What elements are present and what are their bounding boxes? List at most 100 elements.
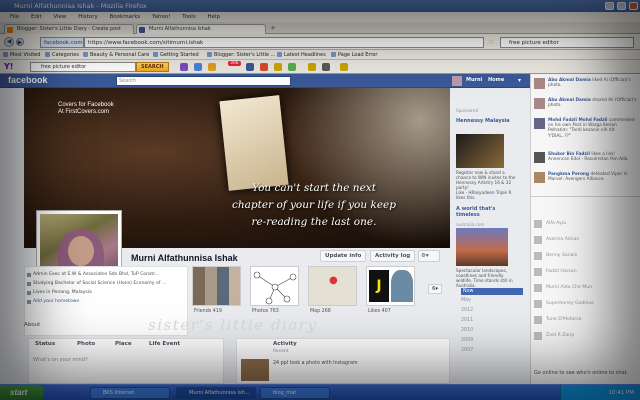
new-tab-icon[interactable]: +: [270, 24, 276, 32]
start-button[interactable]: start: [0, 385, 44, 400]
yahoo-search-button[interactable]: SEARCH: [136, 62, 169, 72]
clock[interactable]: 10:41 PM: [608, 390, 634, 396]
activity-log-button[interactable]: Activity log: [370, 250, 416, 262]
menu-file[interactable]: File: [10, 14, 19, 20]
toolbar-icon[interactable]: [322, 63, 330, 71]
chat-contact[interactable]: Fadzil Harsan: [534, 268, 638, 278]
ad-image[interactable]: [456, 228, 508, 266]
chat-contact[interactable]: Benny Sanais: [534, 252, 638, 262]
tab-blogger[interactable]: Blogger: Sister's Little Diary - Create …: [4, 24, 134, 34]
year-item[interactable]: May: [461, 298, 471, 303]
about-link[interactable]: About: [24, 322, 40, 328]
maximize-button[interactable]: [617, 2, 626, 10]
taskbar-item-active[interactable]: Murni Alfathunnisa Ish...: [176, 387, 256, 399]
mail-icon[interactable]: [208, 63, 216, 71]
chat-contact[interactable]: Superhoney Godlove: [534, 300, 638, 310]
toolbar-icon[interactable]: [274, 63, 282, 71]
toolbar-icon[interactable]: [288, 63, 296, 71]
friends-tile[interactable]: [192, 266, 241, 306]
year-now[interactable]: Now: [461, 288, 523, 295]
settings-gear-icon[interactable]: ⚙▾: [418, 250, 440, 262]
minimize-button[interactable]: [605, 2, 614, 10]
ticker-item[interactable]: Pangkma Perong defeated Viper in Marvel:…: [534, 172, 638, 192]
url-bar[interactable]: https://www.facebook.com/sitimurni.ishak: [84, 37, 484, 48]
gear-icon[interactable]: ▾: [518, 77, 521, 84]
toolbar-icon[interactable]: [260, 63, 268, 71]
status-input[interactable]: What's on your mind?: [33, 357, 219, 367]
facebook-icon: [139, 27, 145, 33]
facebook-search-input[interactable]: Search: [116, 76, 291, 86]
yahoo-logo-icon[interactable]: Y!: [4, 62, 13, 71]
ticker-item[interactable]: Abu Akmal Damia shared Ali (Official)'s …: [534, 98, 638, 118]
home-link[interactable]: Home: [488, 77, 504, 83]
facebook-logo[interactable]: facebook: [8, 75, 48, 85]
more-tiles-button[interactable]: 6▾: [428, 284, 442, 294]
friends-label[interactable]: Friends 419: [194, 309, 222, 314]
likes-label[interactable]: Likes 407: [368, 309, 391, 314]
star-icon[interactable]: ☆: [488, 38, 494, 46]
ticker-item[interactable]: Shukor Bin Fadzil likes a link: Annencan…: [534, 152, 638, 172]
site-identity[interactable]: facebook.com: [40, 37, 84, 48]
ad-like[interactable]: Like · HRasyadeen Triple R likes this.: [456, 190, 520, 200]
bookmark-beauty[interactable]: Beauty & Personal Care: [82, 50, 149, 60]
place-tab[interactable]: Place: [115, 341, 132, 347]
ad-image[interactable]: [456, 134, 504, 168]
toolbar-icon[interactable]: [194, 63, 202, 71]
bookmark-getting-started[interactable]: Getting Started: [152, 50, 199, 60]
back-icon[interactable]: ◀: [4, 37, 14, 47]
ticker-item[interactable]: Mohd Fadzli Mohd Fadzli commented on his…: [534, 118, 638, 146]
map-tile[interactable]: ●: [308, 266, 357, 306]
bookmark-latest-headlines[interactable]: Latest Headlines: [276, 50, 326, 60]
bookmark-page-load-error[interactable]: Page Load Error: [330, 50, 377, 60]
photos-tile[interactable]: [250, 266, 299, 306]
map-label[interactable]: Map 268: [310, 309, 331, 314]
likes-tile[interactable]: J: [366, 266, 415, 306]
profile-link[interactable]: Murni: [466, 77, 482, 83]
taskbar-item[interactable]: BKS Internet: [90, 387, 170, 399]
chat-footer[interactable]: Go online to see who's online to chat.: [534, 370, 634, 376]
menu-bookmarks[interactable]: Bookmarks: [110, 14, 141, 20]
close-button[interactable]: [629, 2, 638, 10]
bookmark-blogger[interactable]: Blogger: Sister's Little ...: [206, 50, 275, 60]
status-tab[interactable]: Status: [35, 341, 55, 347]
year-item[interactable]: 2009: [461, 338, 473, 343]
browser-search-input[interactable]: free picture editor: [500, 37, 634, 48]
activity-line[interactable]: 24 ppl took a photo with Instagram: [273, 361, 358, 366]
activity-thumb[interactable]: [241, 359, 269, 381]
menu-tools[interactable]: Tools: [182, 14, 196, 20]
chat-contact[interactable]: Murni Alda Che Mun: [534, 284, 638, 294]
year-item[interactable]: 2007: [461, 348, 473, 353]
ad-title[interactable]: Hennessy Malaysia: [456, 118, 516, 124]
year-item[interactable]: 2010: [461, 328, 473, 333]
ad-title[interactable]: A world that's timeless: [456, 206, 520, 218]
forward-icon[interactable]: ▶: [16, 38, 24, 46]
menu-edit[interactable]: Edit: [31, 14, 42, 20]
chat-contact[interactable]: Zaid R Zarip: [534, 332, 638, 342]
chat-contact[interactable]: Asarina Adnan: [534, 236, 638, 246]
system-tray: 10:41 PM: [560, 385, 640, 400]
menu-help[interactable]: Help: [207, 14, 220, 20]
menu-view[interactable]: View: [53, 14, 66, 20]
ticker-item[interactable]: Abu Akmal Damia liked Ai (Official)'s ph…: [534, 78, 638, 98]
toolbar-icon[interactable]: [340, 63, 348, 71]
chat-contact[interactable]: Alfa Ayia: [534, 220, 638, 230]
add-hometown-link[interactable]: Add your hometown: [26, 299, 79, 304]
yahoo-search-input[interactable]: free picture editor: [30, 62, 136, 72]
toolbar-icon[interactable]: [308, 63, 316, 71]
chat-contact[interactable]: Tune D'Motorsa: [534, 316, 638, 326]
taskbar-item[interactable]: blog_mat: [260, 387, 330, 399]
update-info-button[interactable]: Update info: [320, 250, 367, 262]
facebook-icon[interactable]: [246, 63, 254, 71]
life-event-tab[interactable]: Life Event: [149, 341, 180, 347]
toolbar-icon[interactable]: [180, 63, 188, 71]
photos-label[interactable]: Photos 763: [252, 309, 279, 314]
photo-tab[interactable]: Photo: [77, 341, 95, 347]
tab-facebook[interactable]: Murni Alfathunnisa Ishak: [136, 24, 266, 34]
bookmark-most-visited[interactable]: Most Visited: [2, 50, 40, 60]
menu-yahoo[interactable]: Yahoo!: [152, 14, 170, 20]
year-item[interactable]: 2011: [461, 318, 473, 323]
menu-history[interactable]: History: [78, 14, 98, 20]
profile-name[interactable]: Murni Alfathunnisa Ishak: [131, 253, 238, 263]
year-item[interactable]: 2012: [461, 308, 473, 313]
bookmark-categories[interactable]: Categories: [44, 50, 79, 60]
